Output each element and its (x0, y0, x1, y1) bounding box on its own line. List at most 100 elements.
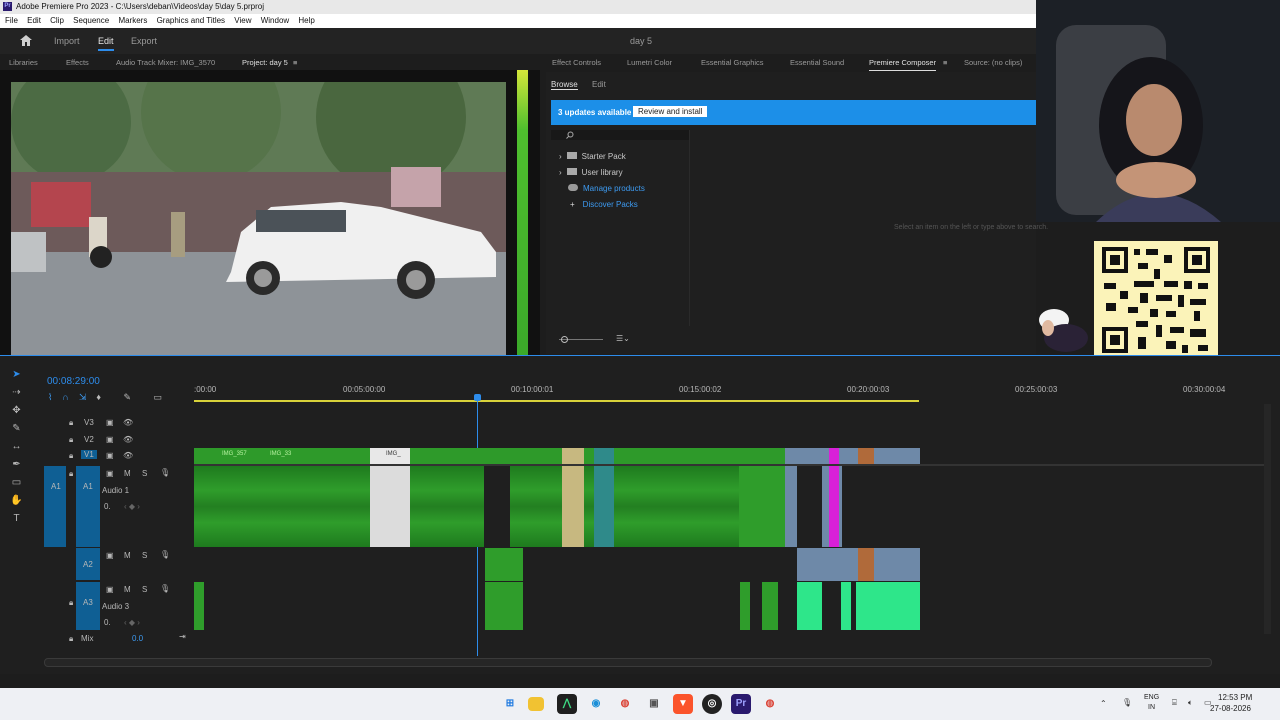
microphone-icon[interactable]: 🎙︎ (1122, 698, 1132, 707)
eye-icon[interactable]: 👁︎ (123, 435, 133, 444)
go-to-end-icon[interactable]: ⇥ (179, 632, 186, 641)
lock-icon[interactable]: 🔒︎ (69, 598, 73, 608)
mute-button[interactable]: M (124, 551, 131, 560)
a3-audio-clip-mint[interactable] (856, 582, 920, 630)
solo-button[interactable]: S (142, 585, 147, 594)
tab-libraries[interactable]: Libraries (9, 56, 38, 70)
menu-edit[interactable]: Edit (27, 16, 41, 25)
slip-icon[interactable]: ↔ (10, 440, 23, 453)
chevron-up-icon[interactable]: ⌃ (1100, 699, 1107, 708)
menu-window[interactable]: Window (261, 16, 289, 25)
timeline-vertical-scrollbar[interactable] (1264, 404, 1271, 634)
mix-value[interactable]: 0.0 (132, 634, 143, 643)
lock-icon[interactable]: 🔒︎ (69, 634, 73, 644)
solo-button[interactable]: S (142, 551, 147, 560)
tab-source[interactable]: Source: (no clips) (964, 56, 1022, 70)
volume-icon[interactable]: 🔈︎ (1188, 698, 1193, 708)
language[interactable]: ENG (1144, 694, 1159, 701)
track-select-icon[interactable]: ⇢ (10, 386, 23, 399)
brave-icon[interactable]: ▼ (673, 694, 693, 714)
home-icon[interactable] (20, 35, 32, 46)
v1-clip-orange[interactable] (858, 448, 874, 464)
a3-audio-clip[interactable] (194, 582, 204, 630)
menu-markers[interactable]: Markers (118, 16, 147, 25)
subtab-browse[interactable]: Browse (551, 80, 578, 90)
list-view-icon[interactable]: ☰⌄ (616, 334, 630, 343)
review-install-button[interactable]: Review and install (633, 106, 708, 117)
mute-button[interactable]: M (124, 585, 131, 594)
sync-icon[interactable]: ▣ (106, 435, 114, 444)
tab-essential-sound[interactable]: Essential Sound (790, 56, 844, 70)
menu-file[interactable]: File (5, 16, 18, 25)
tab-effect-controls[interactable]: Effect Controls (552, 56, 601, 70)
file-explorer-icon[interactable] (528, 697, 544, 711)
a1-audio-clip[interactable] (194, 466, 739, 547)
a1-audio-clip-teal[interactable] (594, 466, 614, 547)
timeline-tools[interactable]: ⌇∩⇲♦ ✎ ▭ (48, 392, 172, 403)
edge-icon[interactable]: ◉ (586, 694, 606, 714)
v1-clip-tan[interactable] (562, 448, 584, 464)
tree-item-manage-products[interactable]: Manage products (568, 184, 645, 193)
sync-icon[interactable]: ▣ (106, 551, 114, 560)
v1-clip-blue[interactable] (785, 448, 920, 464)
tab-edit[interactable]: Edit (98, 36, 114, 51)
microphone-icon[interactable]: 🎙︎ (160, 468, 170, 477)
terminal-icon[interactable]: ⋀ (557, 694, 577, 714)
razor-icon[interactable]: ✎ (10, 422, 23, 435)
a3-audio-clip-mint[interactable] (841, 582, 851, 630)
panel-menu-icon[interactable]: ≡ (943, 56, 947, 70)
clock-date[interactable]: 27-08-2026 (1210, 704, 1251, 713)
lock-icon[interactable]: 🔒︎ (69, 435, 73, 445)
a3-audio-clip-mint[interactable] (797, 582, 822, 630)
zoom-slider-handle[interactable] (561, 336, 568, 343)
a3-audio-clip[interactable] (762, 582, 778, 630)
sync-icon[interactable]: ▣ (106, 585, 114, 594)
rectangle-icon[interactable]: ▭ (10, 476, 23, 489)
tab-audio-track-mixer[interactable]: Audio Track Mixer: IMG_3570 (116, 56, 215, 70)
chrome-icon[interactable]: ◍ (760, 694, 780, 714)
a1-audio-clip-magenta[interactable] (829, 466, 839, 547)
keyframe-nav-icon[interactable]: ‹ ◆ › (124, 618, 140, 627)
menu-graphics[interactable]: Graphics and Titles (157, 16, 225, 25)
lock-icon[interactable]: 🔒︎ (69, 469, 73, 479)
timecode[interactable]: 00:08:29:00 (47, 376, 100, 387)
a1-audio-clip[interactable] (739, 466, 785, 547)
wifi-icon[interactable]: ⌸ (1172, 698, 1177, 708)
v1-clip-magenta[interactable] (829, 448, 839, 464)
mute-button[interactable]: M (124, 469, 131, 478)
v1-clip-teal[interactable] (594, 448, 614, 464)
tab-import[interactable]: Import (54, 36, 80, 46)
work-area-bar[interactable] (194, 400, 919, 402)
track-id[interactable]: V1 (81, 450, 97, 459)
tree-item-user-library[interactable]: › User library (559, 168, 623, 177)
premiere-taskbar-icon[interactable]: Pr (731, 694, 751, 714)
eye-icon[interactable]: 👁︎ (123, 451, 133, 460)
store-icon[interactable]: ▣ (644, 694, 664, 714)
menu-clip[interactable]: Clip (50, 16, 64, 25)
pen-icon[interactable]: ✒ (10, 458, 23, 471)
tab-premiere-composer[interactable]: Premiere Composer (869, 56, 937, 71)
lock-icon[interactable]: 🔒︎ (69, 451, 73, 461)
a1-audio-clip-selected[interactable] (370, 466, 410, 547)
menu-help[interactable]: Help (298, 16, 314, 25)
a2-audio-clip-orange[interactable] (858, 548, 874, 581)
volume-value[interactable]: 0. (104, 618, 111, 627)
composer-search[interactable] (551, 130, 689, 140)
chrome-icon[interactable]: ◍ (615, 694, 635, 714)
tab-essential-graphics[interactable]: Essential Graphics (701, 56, 764, 70)
playhead-handle[interactable] (474, 394, 481, 401)
obs-icon[interactable]: ◎ (702, 694, 722, 714)
volume-value[interactable]: 0. (104, 502, 111, 511)
tab-effects[interactable]: Effects (66, 56, 89, 70)
solo-button[interactable]: S (142, 469, 147, 478)
a3-audio-clip[interactable] (740, 582, 750, 630)
ripple-edit-icon[interactable]: ✥ (10, 404, 23, 417)
tab-export[interactable]: Export (131, 36, 157, 46)
region[interactable]: IN (1148, 704, 1155, 711)
menu-view[interactable]: View (234, 16, 251, 25)
a1-audio-clip-tan[interactable] (562, 466, 584, 547)
keyframe-nav-icon[interactable]: ‹ ◆ › (124, 502, 140, 511)
tab-project[interactable]: Project: day 5 (242, 56, 288, 70)
start-icon[interactable]: ⊞ (500, 694, 520, 714)
hand-icon[interactable]: ✋ (10, 494, 23, 507)
